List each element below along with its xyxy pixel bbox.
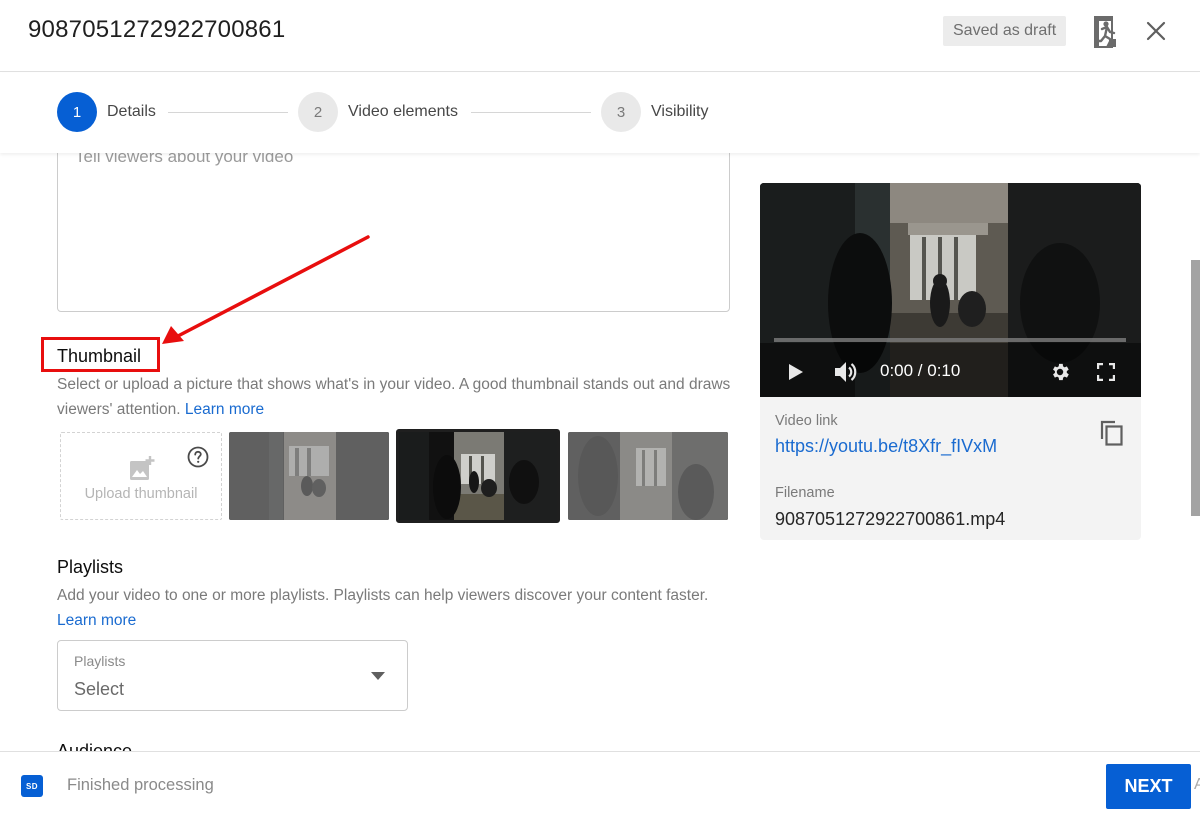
- video-title: 9087051272922700861: [28, 16, 286, 43]
- playlists-learn-more-link[interactable]: Learn more: [57, 612, 136, 629]
- unselected-overlay: [568, 432, 728, 520]
- sd-quality-badge: SD: [21, 775, 43, 797]
- volume-icon[interactable]: [834, 360, 860, 384]
- audience-heading: Audience: [57, 741, 133, 751]
- step-visibility[interactable]: 3 Visibility: [601, 92, 709, 132]
- dropdown-arrow-icon: [371, 672, 385, 680]
- step-details[interactable]: 1 Details: [57, 92, 156, 132]
- step-label: Video elements: [348, 103, 458, 120]
- thumbnail-learn-more-link[interactable]: Learn more: [185, 401, 264, 418]
- upload-thumbnail-button[interactable]: Upload thumbnail: [60, 432, 222, 520]
- close-icon[interactable]: [1144, 19, 1168, 43]
- add-photo-icon: [130, 456, 155, 480]
- playlists-description: Add your video to one or more playlists.…: [57, 583, 737, 633]
- step-video-elements[interactable]: 2 Video elements: [298, 92, 458, 132]
- scrollbar-thumb[interactable]: [1191, 260, 1200, 516]
- step-label: Visibility: [651, 103, 709, 120]
- step-label: Details: [107, 103, 156, 120]
- next-button[interactable]: NEXT: [1106, 764, 1191, 809]
- video-progress-bar[interactable]: [774, 338, 1126, 342]
- description-placeholder: Tell viewers about your video: [75, 153, 294, 166]
- exit-running-person-icon[interactable]: [1092, 15, 1118, 49]
- filename-value: 9087051272922700861.mp4: [775, 509, 1006, 529]
- saved-as-draft-badge: Saved as draft: [943, 16, 1067, 46]
- play-icon[interactable]: [788, 363, 804, 381]
- video-link-label: Video link: [775, 413, 838, 429]
- playlists-select-label: Playlists: [74, 653, 126, 669]
- playlists-select-value: Select: [74, 679, 125, 699]
- step-connector: [471, 112, 591, 113]
- help-icon[interactable]: [186, 445, 210, 469]
- playlists-heading: Playlists: [57, 557, 124, 577]
- step-connector: [168, 112, 288, 113]
- dialog-footer: SD Finished processing NEXT A: [0, 751, 1200, 817]
- step-number: 3: [601, 92, 641, 132]
- thumbnail-description: Select or upload a picture that shows wh…: [57, 372, 737, 422]
- video-time: 0:00 / 0:10: [880, 361, 961, 380]
- video-player[interactable]: 0:00 / 0:10: [760, 183, 1141, 397]
- processing-status: Finished processing: [67, 776, 214, 794]
- step-number: 2: [298, 92, 338, 132]
- copy-icon[interactable]: [1098, 419, 1124, 447]
- fullscreen-icon[interactable]: [1097, 363, 1115, 381]
- thumbnail-heading: Thumbnail: [57, 346, 142, 366]
- details-form: Tell viewers about your video Thumbnail …: [0, 153, 1200, 751]
- offscreen-text-fragment: A: [1194, 776, 1200, 793]
- upload-stepper: 1 Details 2 Video elements 3 Visibility: [0, 73, 1200, 153]
- video-controls: 0:00 / 0:10: [760, 347, 1141, 397]
- video-link[interactable]: https://youtu.be/t8Xfr_fIVxM: [775, 436, 997, 457]
- playlists-description-text: Add your video to one or more playlists.…: [57, 587, 709, 604]
- filename-label: Filename: [775, 485, 835, 501]
- step-number: 1: [57, 92, 97, 132]
- thumbnail-image: [399, 432, 557, 520]
- video-preview-card: 0:00 / 0:10 Video link https://youtu.be/…: [760, 183, 1141, 540]
- thumbnail-description-text: Select or upload a picture that shows wh…: [57, 376, 731, 418]
- dialog-header: 9087051272922700861 Saved as draft: [0, 0, 1200, 72]
- thumbnail-option[interactable]: [568, 432, 728, 520]
- upload-thumbnail-label: Upload thumbnail: [84, 486, 198, 502]
- thumbnail-option[interactable]: [229, 432, 389, 520]
- thumbnail-option-selected[interactable]: [396, 429, 560, 523]
- playlists-select[interactable]: Playlists Select: [57, 640, 408, 711]
- settings-gear-icon[interactable]: [1049, 361, 1071, 383]
- description-textarea[interactable]: Tell viewers about your video: [57, 153, 730, 312]
- unselected-overlay: [229, 432, 389, 520]
